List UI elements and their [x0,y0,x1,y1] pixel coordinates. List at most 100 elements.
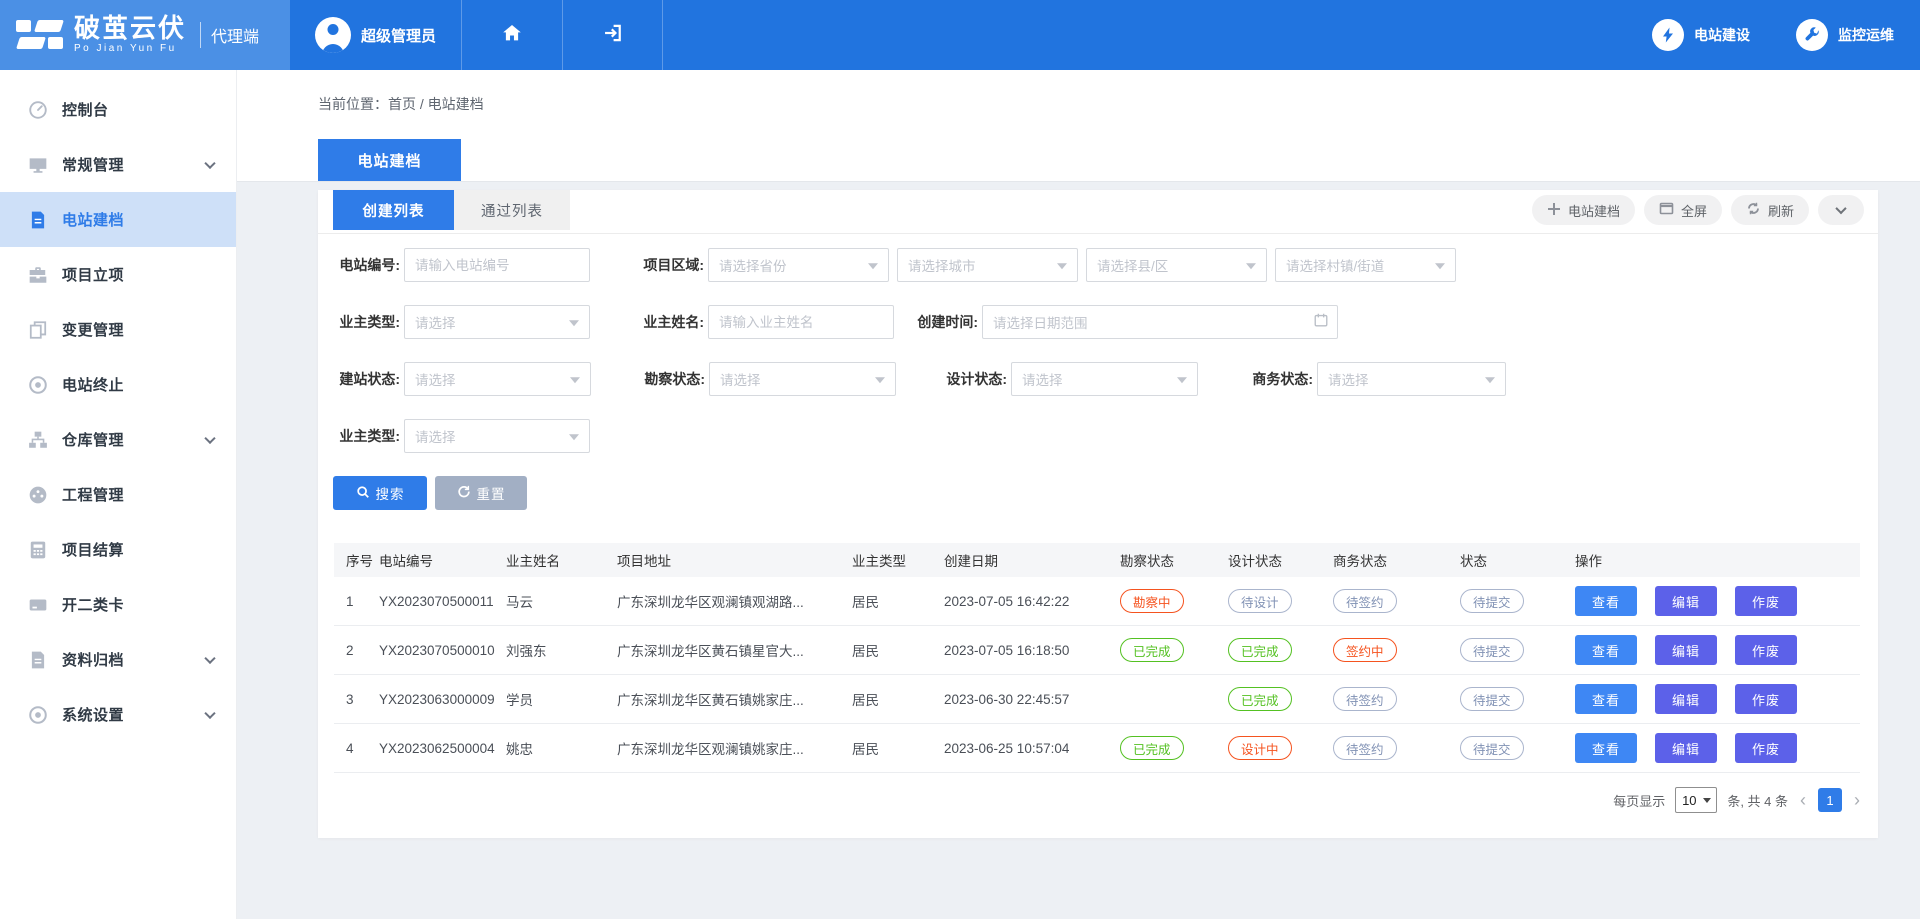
refresh-button[interactable]: 刷新 [1731,195,1809,225]
edit-button[interactable]: 编辑 [1655,635,1717,665]
fullscreen-button[interactable]: 全屏 [1644,195,1722,225]
owner-name: 姚忠 [506,738,617,758]
sidebar-item-engineering-mgmt[interactable]: 工程管理 [0,467,236,522]
search-icon [356,485,370,502]
survey-status-label: 勘察状态: [635,369,705,389]
business-status-badge: 待签约 [1333,736,1397,760]
village-select[interactable]: 请选择村镇/街道 [1275,248,1456,282]
view-button[interactable]: 查看 [1575,586,1637,616]
edit-button[interactable]: 编辑 [1655,586,1717,616]
page-number[interactable]: 1 [1818,788,1842,812]
build-status-label: 建站状态: [328,369,400,389]
build-status-select[interactable]: 请选择 [404,362,591,396]
collapse-button[interactable] [1818,195,1864,225]
search-button[interactable]: 搜索 [333,476,427,510]
owner-type: 居民 [852,738,944,758]
edit-button[interactable]: 编辑 [1655,733,1717,763]
edit-button[interactable]: 编辑 [1655,684,1717,714]
sidebar-item-warehouse-mgmt[interactable]: 仓库管理 [0,412,236,467]
sidebar-item-system-settings[interactable]: 系统设置 [0,687,236,742]
sidebar-item-station-termination[interactable]: 电站终止 [0,357,236,412]
caret-down-icon [569,434,579,440]
void-button[interactable]: 作废 [1735,684,1797,714]
logout-icon [602,22,624,49]
status-badge: 待提交 [1460,589,1524,613]
breadcrumb-path[interactable]: 首页 / 电站建档 [388,96,484,112]
created-date: 2023-07-05 16:18:50 [944,643,1120,658]
sidebar-item-general-mgmt[interactable]: 常规管理 [0,137,236,192]
reset-button[interactable]: 重置 [435,476,527,510]
wrench-icon [1796,19,1828,51]
sidebar-item-console[interactable]: 控制台 [0,82,236,137]
header-modules: 电站建设 监控运维 [1652,0,1920,70]
reset-icon [457,485,471,502]
sidebar: 控制台 常规管理 电站建档 项目立项 变更管理 [0,70,237,919]
owner-name-input[interactable] [708,305,894,339]
view-button[interactable]: 查看 [1575,635,1637,665]
table-row: 1 YX2023070500011 马云 广东深圳龙华区观澜镇观湖路... 居民… [334,577,1860,626]
briefcase-icon [28,265,48,285]
chevron-down-icon [204,157,215,168]
county-select[interactable]: 请选择县/区 [1086,248,1267,282]
void-button[interactable]: 作废 [1735,635,1797,665]
owner-type: 居民 [852,640,944,660]
tab-passed-list[interactable]: 通过列表 [454,190,570,230]
module-station-build[interactable]: 电站建设 [1652,19,1750,51]
tab-create-list[interactable]: 创建列表 [333,190,454,230]
city-select[interactable]: 请选择城市 [897,248,1078,282]
station-no: YX2023063000009 [379,692,506,707]
table-row: 2 YX2023070500010 刘强东 广东深圳龙华区黄石镇星官大... 居… [334,626,1860,675]
filter-form: 电站编号: 项目区域: 请选择省份 请选择城市 请选择县/区 [318,234,1878,510]
page-tab-station-filing[interactable]: 电站建档 [318,139,461,181]
create-time-label: 创建时间: [908,312,978,332]
sidebar-item-station-filing[interactable]: 电站建档 [0,192,236,247]
design-status-select[interactable]: 请选择 [1011,362,1198,396]
home-button[interactable] [462,0,563,70]
view-button[interactable]: 查看 [1575,684,1637,714]
filter-buttons: 搜索 重置 [318,476,1878,510]
survey-status-select[interactable]: 请选择 [709,362,896,396]
caret-down-icon [570,377,580,383]
design-status-label: 设计状态: [937,369,1007,389]
add-station-button[interactable]: 电站建档 [1532,195,1635,225]
owner-name: 刘强东 [506,640,617,660]
view-button[interactable]: 查看 [1575,733,1637,763]
logout-button[interactable] [563,0,663,70]
survey-status-badge: 勘察中 [1120,589,1184,613]
business-status-select[interactable]: 请选择 [1317,362,1506,396]
sidebar-item-project-settlement[interactable]: 项目结算 [0,522,236,577]
caret-down-icon [1057,263,1067,269]
module-monitor-ops[interactable]: 监控运维 [1796,19,1894,51]
station-no-label: 电站编号: [328,255,400,275]
survey-status-badge: 已完成 [1120,638,1184,662]
archive-icon [28,650,48,670]
chevron-down-icon [204,432,215,443]
total-count-label: 条, 共 4 条 [1727,791,1788,810]
project-address: 广东深圳龙华区观澜镇姚家庄... [617,738,852,758]
province-select[interactable]: 请选择省份 [708,248,889,282]
sidebar-item-type2-card[interactable]: 开二类卡 [0,577,236,632]
void-button[interactable]: 作废 [1735,586,1797,616]
design-status-badge: 已完成 [1228,687,1292,711]
calculator-icon [28,540,48,560]
owner-type-select[interactable]: 请选择 [404,305,590,339]
created-date: 2023-06-30 22:45:57 [944,692,1120,707]
prev-page-button[interactable]: ‹ [1798,791,1808,809]
sidebar-item-change-mgmt[interactable]: 变更管理 [0,302,236,357]
gauge-icon [28,100,48,120]
user-menu[interactable]: 超级管理员 [290,0,462,70]
date-range-input[interactable]: 请选择日期范围 [982,305,1338,339]
brand-subtitle: Po Jian Yun Fu [74,44,186,55]
station-no-input[interactable] [404,248,590,282]
business-status-badge: 签约中 [1333,638,1397,662]
owner-type: 居民 [852,689,944,709]
per-page-select[interactable]: 10 [1675,787,1717,813]
caret-down-icon [1177,377,1187,383]
status-badge: 待提交 [1460,736,1524,760]
next-page-button[interactable]: › [1852,791,1862,809]
sidebar-item-data-archive[interactable]: 资料归档 [0,632,236,687]
card-header: 创建列表 通过列表 电站建档 全屏 [318,190,1878,234]
sidebar-item-project-initiation[interactable]: 项目立项 [0,247,236,302]
owner-type2-select[interactable]: 请选择 [404,419,590,453]
void-button[interactable]: 作废 [1735,733,1797,763]
